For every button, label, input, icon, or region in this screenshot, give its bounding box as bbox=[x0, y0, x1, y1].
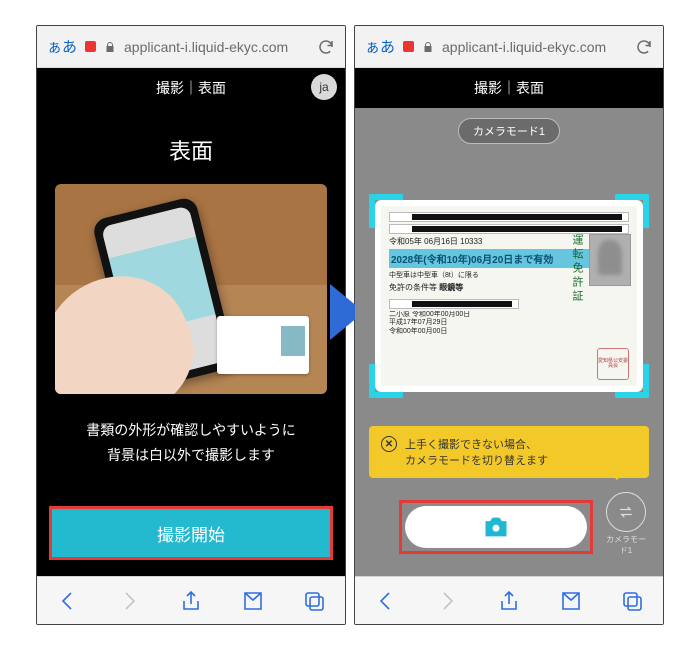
refresh-icon[interactable] bbox=[635, 38, 653, 56]
refresh-icon[interactable] bbox=[317, 38, 335, 56]
recording-indicator-icon bbox=[85, 41, 96, 52]
instruction-text: 書類の外形が確認しやすいように 背景は白以外で撮影します bbox=[37, 394, 345, 484]
license-history: 二小原 令和00年00月00日 平成17年07月29日 令和00年00月00日 bbox=[389, 311, 549, 336]
back-icon[interactable] bbox=[373, 588, 399, 614]
url-text[interactable]: applicant-i.liquid-ekyc.com bbox=[442, 39, 627, 55]
recording-indicator-icon bbox=[403, 41, 414, 52]
tip-line: カメラモードを切り替えます bbox=[405, 452, 548, 468]
id-card-illustration-icon bbox=[217, 316, 309, 374]
tabs-icon[interactable] bbox=[619, 588, 645, 614]
close-tip-icon[interactable]: ✕ bbox=[381, 436, 397, 452]
switch-camera-mode-button[interactable]: カメラモード1 bbox=[603, 492, 649, 556]
page-title: 表面 bbox=[37, 108, 345, 184]
shutter-highlight bbox=[399, 500, 593, 554]
start-capture-button[interactable]: 撮影開始 bbox=[49, 506, 333, 560]
shutter-button[interactable] bbox=[405, 506, 587, 548]
browser-toolbar bbox=[37, 576, 345, 624]
license-name-row bbox=[389, 212, 629, 222]
app-header-title: 撮影｜表面 bbox=[474, 78, 544, 98]
share-icon[interactable] bbox=[178, 588, 204, 614]
forward-icon bbox=[434, 588, 460, 614]
camera-screen: カメラモード1 令和05年 06月16日 10333 2028年(令和10年)0… bbox=[355, 108, 663, 576]
bookmarks-icon[interactable] bbox=[558, 588, 584, 614]
forward-icon bbox=[116, 588, 142, 614]
camera-icon bbox=[482, 515, 510, 539]
license-number-row bbox=[389, 299, 519, 309]
app-header: 撮影｜表面 bbox=[355, 68, 663, 108]
scan-frame: 令和05年 06月16日 10333 2028年(令和10年)06月20日まで有… bbox=[373, 198, 645, 394]
license-address-row bbox=[389, 224, 629, 234]
lock-icon bbox=[422, 41, 434, 53]
phone-left: ぁあ applicant-i.liquid-ekyc.com 撮影｜表面 ja … bbox=[36, 25, 346, 625]
tip-line: 上手く撮影できない場合、 bbox=[405, 436, 548, 452]
text-size-control[interactable]: ぁあ bbox=[47, 36, 77, 57]
tip-banner: ✕ 上手く撮影できない場合、 カメラモードを切り替えます bbox=[369, 426, 649, 478]
swap-icon bbox=[616, 502, 636, 522]
app-header: 撮影｜表面 ja bbox=[37, 68, 345, 108]
issuer-stamp: 愛知県公安委員会 bbox=[597, 348, 629, 380]
browser-url-bar: ぁあ applicant-i.liquid-ekyc.com bbox=[37, 26, 345, 68]
example-photo bbox=[55, 184, 327, 394]
back-icon[interactable] bbox=[55, 588, 81, 614]
bookmarks-icon[interactable] bbox=[240, 588, 266, 614]
drivers-license-preview: 令和05年 06月16日 10333 2028年(令和10年)06月20日まで有… bbox=[381, 206, 637, 386]
share-icon[interactable] bbox=[496, 588, 522, 614]
instruction-screen: 表面 書類の外形が確認しやすいように 背景は白以外で撮影します 撮影開始 bbox=[37, 108, 345, 576]
browser-url-bar: ぁあ applicant-i.liquid-ekyc.com bbox=[355, 26, 663, 68]
language-badge[interactable]: ja bbox=[311, 74, 337, 100]
lock-icon bbox=[104, 41, 116, 53]
camera-mode-chip: カメラモード1 bbox=[458, 118, 560, 144]
text-size-control[interactable]: ぁあ bbox=[365, 36, 395, 57]
license-photo bbox=[589, 234, 631, 286]
url-text[interactable]: applicant-i.liquid-ekyc.com bbox=[124, 39, 309, 55]
browser-toolbar bbox=[355, 576, 663, 624]
tabs-icon[interactable] bbox=[301, 588, 327, 614]
phone-right: ぁあ applicant-i.liquid-ekyc.com 撮影｜表面 カメラ… bbox=[354, 25, 664, 625]
license-type-vertical: 運転免許証 bbox=[569, 234, 585, 304]
app-header-title: 撮影｜表面 bbox=[156, 78, 226, 98]
